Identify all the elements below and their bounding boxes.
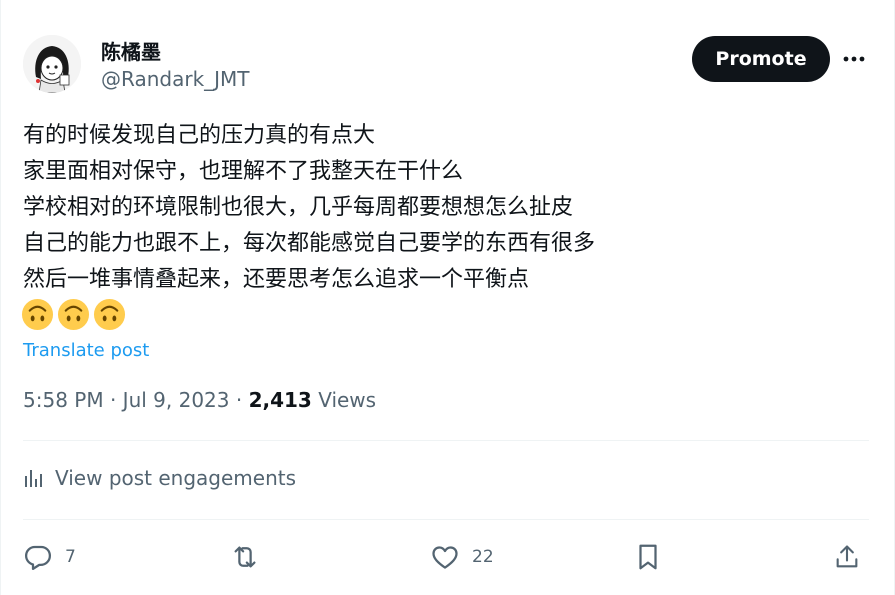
avatar[interactable] xyxy=(23,35,81,93)
post-time[interactable]: 5:58 PM xyxy=(23,388,104,412)
bookmark-button[interactable] xyxy=(635,532,661,582)
view-engagements-label: View post engagements xyxy=(55,466,297,490)
divider xyxy=(23,519,869,520)
post-date[interactable]: Jul 9, 2023 xyxy=(123,388,230,412)
avatar-illustration xyxy=(23,35,81,93)
share-icon xyxy=(836,545,858,568)
upside-down-face-emoji xyxy=(57,298,90,331)
upside-down-face-emoji xyxy=(93,298,126,331)
share-button[interactable] xyxy=(833,532,861,582)
reply-button[interactable]: 7 xyxy=(23,532,76,582)
like-count: 22 xyxy=(472,547,494,567)
more-options-button[interactable] xyxy=(839,46,869,72)
retweet-button[interactable] xyxy=(228,532,274,582)
promote-button[interactable]: Promote xyxy=(692,36,830,82)
meta-separator: · xyxy=(235,388,243,412)
views-count: 2,413 xyxy=(248,388,312,412)
translate-post-link[interactable]: Translate post xyxy=(23,340,149,361)
like-button[interactable]: 22 xyxy=(430,532,494,582)
reply-count: 7 xyxy=(65,547,76,567)
more-horizontal-icon xyxy=(843,56,865,62)
views-label: Views xyxy=(318,388,377,412)
view-engagements-link[interactable]: View post engagements xyxy=(23,466,296,490)
post-detail: 陈橘墨 @Randark_JMT Promote 有的时候发现自己的压力真的有点… xyxy=(0,0,895,595)
upside-down-face-emoji xyxy=(21,298,54,331)
post-line: 家里面相对保守，也理解不了我整天在干什么 xyxy=(23,159,464,184)
meta-separator: · xyxy=(109,388,117,412)
heart-icon xyxy=(432,546,458,569)
analytics-icon xyxy=(25,470,42,487)
user-handle[interactable]: @Randark_JMT xyxy=(101,67,250,91)
post-meta: 5:58 PM · Jul 9, 2023 · 2,413 Views xyxy=(23,388,376,412)
retweet-icon xyxy=(234,546,256,568)
divider xyxy=(23,440,869,441)
display-name[interactable]: 陈橘墨 xyxy=(101,36,161,65)
post-line: 有的时候发现自己的压力真的有点大 xyxy=(23,123,376,148)
action-bar: 7 22 xyxy=(23,532,873,582)
post-line: 然后一堆事情叠起来，还要思考怎么追求一个平衡点 xyxy=(23,267,530,292)
reply-icon xyxy=(25,545,51,570)
post-line: 自己的能力也跟不上，每次都能感觉自己要学的东西有很多 xyxy=(23,231,596,256)
post-line: 学校相对的环境限制也很大，几乎每周都要想想怎么扯皮 xyxy=(23,195,574,220)
emoji-row xyxy=(21,298,126,334)
post-text: 有的时候发现自己的压力真的有点大 家里面相对保守，也理解不了我整天在干什么 学校… xyxy=(23,118,873,298)
bookmark-icon xyxy=(639,544,657,570)
